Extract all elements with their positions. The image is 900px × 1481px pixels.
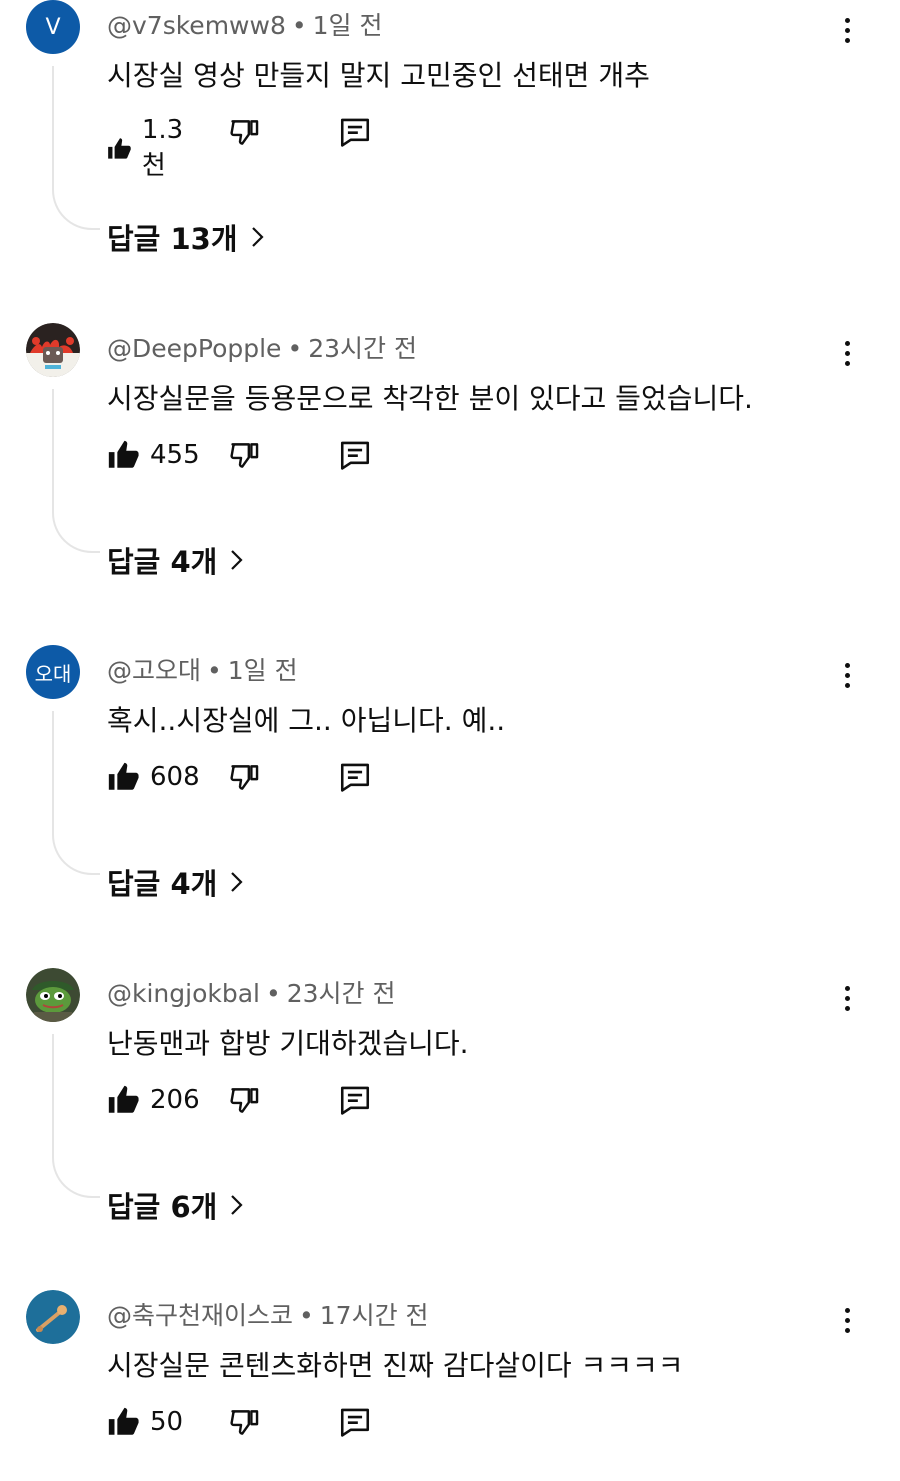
- thumbs-up-icon: [108, 762, 139, 790]
- avatar[interactable]: 오대: [26, 645, 80, 699]
- avatar[interactable]: [26, 968, 80, 1022]
- comment-author[interactable]: @고오대: [107, 656, 201, 685]
- thumbs-up-icon: [108, 440, 139, 468]
- comment-time: 23시간 전: [308, 334, 417, 363]
- view-replies-button[interactable]: 답글 6개: [107, 1184, 245, 1226]
- thumbs-down-icon: [230, 1088, 259, 1113]
- thread-line: [52, 389, 100, 553]
- like-button[interactable]: 50: [106, 1405, 183, 1439]
- comment-meta: @kingjokbal • 23시간 전: [107, 974, 396, 1010]
- comment-meta: @축구천재이스코 • 17시간 전: [107, 1296, 429, 1332]
- comment-icon: [340, 118, 370, 147]
- more-options-icon[interactable]: [832, 655, 862, 695]
- dislike-button[interactable]: [228, 438, 262, 472]
- comment-text: 시장실 영상 만들지 말지 고민중인 선태면 개추: [107, 59, 650, 92]
- dislike-button[interactable]: [228, 760, 262, 794]
- like-button[interactable]: 608: [106, 760, 200, 794]
- comment-text: 시장실문 콘텐츠화하면 진짜 감다살이다 ㅋㅋㅋㅋ: [107, 1349, 684, 1382]
- comment-meta: @DeepPopple • 23시간 전: [107, 329, 417, 365]
- comment-author[interactable]: @DeepPopple: [107, 334, 281, 363]
- like-count: 1.3천: [141, 115, 184, 181]
- more-options-icon[interactable]: [832, 10, 862, 50]
- chevron-right-icon: [229, 870, 245, 894]
- more-options-icon[interactable]: [832, 1300, 862, 1340]
- thumbs-down-icon: [230, 120, 259, 145]
- separator-dot: •: [266, 979, 281, 1008]
- comment-meta: @고오대 • 1일 전: [107, 651, 298, 687]
- reply-button[interactable]: [338, 438, 372, 472]
- view-replies-button[interactable]: 답글 13개: [107, 216, 266, 258]
- like-button[interactable]: 1.3천: [106, 115, 191, 182]
- avatar[interactable]: V: [26, 0, 80, 54]
- thumbs-down-icon: [230, 1410, 259, 1435]
- reply-button[interactable]: [338, 1405, 372, 1439]
- replies-label: 답글 4개: [107, 867, 218, 901]
- thread-line: [52, 1034, 100, 1198]
- more-options-icon[interactable]: [832, 333, 862, 373]
- dislike-button[interactable]: [228, 115, 262, 149]
- thumbs-down-icon: [230, 443, 259, 468]
- dislike-button[interactable]: [228, 1083, 262, 1117]
- comment-icon: [340, 763, 370, 792]
- comment-time: 1일 전: [227, 656, 298, 685]
- thumbs-down-icon: [230, 765, 259, 790]
- thumbs-up-icon: [108, 137, 131, 159]
- separator-dot: •: [287, 334, 303, 363]
- like-button[interactable]: 455: [106, 438, 200, 472]
- separator-dot: •: [207, 656, 222, 685]
- reply-button[interactable]: [338, 1083, 372, 1117]
- comment-text: 혹시..시장실에 그.. 아닙니다. 예..: [107, 704, 506, 737]
- comment-time: 17시간 전: [319, 1301, 429, 1330]
- comment-author[interactable]: @축구천재이스코: [107, 1301, 293, 1330]
- thumbs-up-icon: [108, 1407, 139, 1435]
- like-button[interactable]: 206: [106, 1083, 200, 1117]
- view-replies-button[interactable]: 답글 4개: [107, 861, 245, 903]
- reply-button[interactable]: [338, 760, 372, 794]
- comment-icon: [340, 1408, 370, 1437]
- like-count: 50: [150, 1407, 184, 1437]
- comment-author[interactable]: @kingjokbal: [107, 979, 260, 1008]
- comment-author[interactable]: @v7skemww8: [107, 11, 286, 40]
- comment-text: 시장실문을 등용문으로 착각한 분이 있다고 들었습니다.: [107, 382, 753, 415]
- comment-icon: [340, 1086, 370, 1115]
- dislike-button[interactable]: [228, 1405, 262, 1439]
- comment-text: 난동맨과 합방 기대하겠습니다.: [107, 1027, 469, 1060]
- comment-meta: @v7skemww8 • 1일 전: [107, 6, 382, 42]
- like-count: 608: [150, 762, 200, 792]
- chevron-right-icon: [229, 548, 245, 572]
- comment-icon: [340, 441, 370, 470]
- replies-label: 답글 13개: [107, 222, 238, 256]
- replies-label: 답글 6개: [107, 1190, 218, 1224]
- like-count: 455: [150, 440, 200, 470]
- view-replies-button[interactable]: 답글 4개: [107, 539, 245, 581]
- thread-line: [52, 66, 100, 230]
- chevron-right-icon: [250, 225, 266, 249]
- thumbs-up-icon: [108, 1085, 139, 1113]
- avatar[interactable]: [26, 323, 80, 377]
- comment-time: 23시간 전: [286, 979, 396, 1008]
- separator-dot: •: [299, 1301, 314, 1330]
- like-count: 206: [150, 1085, 200, 1115]
- thread-line: [52, 711, 100, 875]
- avatar[interactable]: [26, 1290, 80, 1344]
- more-options-icon[interactable]: [832, 978, 862, 1018]
- separator-dot: •: [291, 11, 307, 40]
- replies-label: 답글 4개: [107, 545, 218, 579]
- comment-time: 1일 전: [312, 11, 383, 40]
- chevron-right-icon: [229, 1193, 245, 1217]
- reply-button[interactable]: [338, 115, 372, 149]
